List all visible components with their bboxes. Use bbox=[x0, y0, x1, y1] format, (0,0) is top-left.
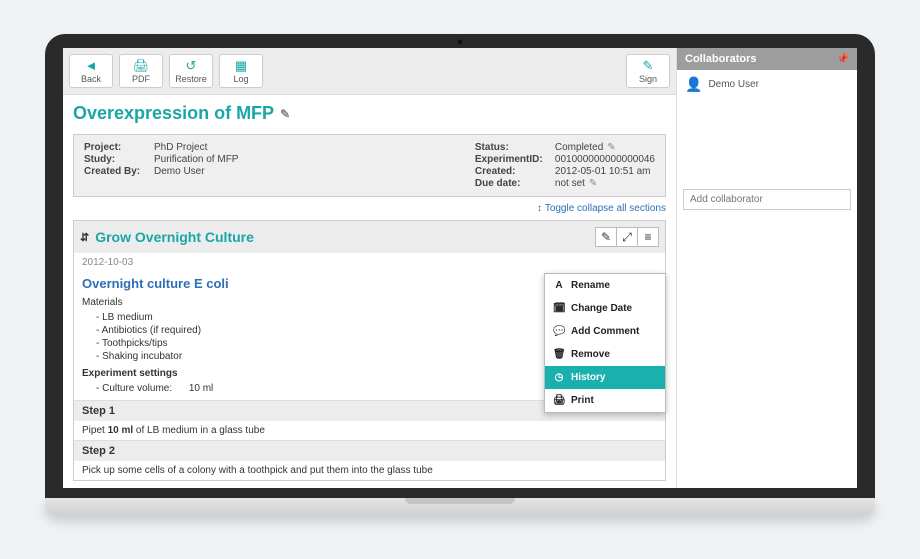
menu-history[interactable]: ◷History bbox=[545, 366, 665, 389]
log-label: Log bbox=[233, 74, 248, 84]
page-title: Overexpression of MFP ✎ bbox=[73, 103, 666, 124]
collaborator-name: Demo User bbox=[708, 79, 759, 90]
section-expand-button[interactable]: ⤢ bbox=[616, 227, 638, 247]
expid-key: ExperimentID: bbox=[475, 154, 555, 165]
metadata-box: Project:PhD Project Study:Purification o… bbox=[73, 134, 666, 197]
edit-title-icon[interactable]: ✎ bbox=[280, 107, 290, 121]
laptop-camera bbox=[457, 39, 463, 45]
collaborator-item[interactable]: 👤 Demo User bbox=[685, 76, 849, 93]
font-icon: A bbox=[553, 280, 565, 291]
trash-icon: 🗑 bbox=[553, 349, 565, 360]
step-body-2: Pick up some cells of a colony with a to… bbox=[74, 461, 665, 480]
createdby-val: Demo User bbox=[154, 166, 205, 177]
edit-icon: ✎ bbox=[643, 59, 654, 72]
toggle-collapse-all[interactable]: Toggle collapse all sections bbox=[63, 203, 676, 220]
created-val: 2012-05-01 10:51 am bbox=[555, 166, 651, 177]
project-val: PhD Project bbox=[154, 142, 207, 153]
sign-label: Sign bbox=[639, 74, 657, 84]
section-context-menu: ARename 🗓Change Date 💬Add Comment 🗑Remov… bbox=[544, 273, 666, 413]
step-body-1: Pipet 10 ml of LB medium in a glass tube bbox=[74, 421, 665, 440]
pdf-label: PDF bbox=[132, 74, 150, 84]
comment-icon: 💬 bbox=[553, 326, 565, 337]
section-card: ⇵ Grow Overnight Culture ✎ ⤢ ≡ 2012-10-0… bbox=[73, 220, 666, 481]
menu-remove[interactable]: 🗑Remove bbox=[545, 343, 665, 366]
toolbar: ◄ Back 🖨 PDF ↺ Restore ▦ bbox=[63, 48, 676, 95]
laptop-base bbox=[45, 498, 875, 516]
menu-print[interactable]: 🖨Print bbox=[545, 389, 665, 412]
status-val: Completed bbox=[555, 142, 603, 153]
user-icon: 👤 bbox=[685, 76, 702, 93]
log-button[interactable]: ▦ Log bbox=[219, 54, 263, 88]
menu-add-comment[interactable]: 💬Add Comment bbox=[545, 320, 665, 343]
back-icon: ◄ bbox=[85, 59, 98, 72]
createdby-key: Created By: bbox=[84, 166, 154, 177]
print-icon: 🖨 bbox=[133, 59, 150, 72]
study-key: Study: bbox=[84, 154, 154, 165]
created-key: Created: bbox=[475, 166, 555, 177]
expid-val: 001000000000000046 bbox=[555, 154, 655, 165]
section-edit-button[interactable]: ✎ bbox=[595, 227, 617, 247]
step-heading-2: Step 2 bbox=[74, 440, 665, 461]
add-collaborator-input[interactable] bbox=[683, 189, 851, 210]
section-menu-button[interactable]: ≡ bbox=[637, 227, 659, 247]
edit-status-icon[interactable]: ✎ bbox=[607, 142, 615, 153]
section-date-row: 2012-10-03 ARename 🗓Change Date 💬Add Com… bbox=[74, 253, 665, 272]
project-key: Project: bbox=[84, 142, 154, 153]
back-button[interactable]: ◄ Back bbox=[69, 54, 113, 88]
menu-change-date[interactable]: 🗓Change Date bbox=[545, 297, 665, 320]
collaborators-header: Collaborators 📌 bbox=[677, 48, 857, 70]
study-val: Purification of MFP bbox=[154, 154, 238, 165]
sign-button[interactable]: ✎ Sign bbox=[626, 54, 670, 88]
section-title[interactable]: ⇵ Grow Overnight Culture bbox=[80, 229, 596, 245]
page-title-text: Overexpression of MFP bbox=[73, 103, 274, 124]
due-key: Due date: bbox=[475, 178, 555, 189]
status-key: Status: bbox=[475, 142, 555, 153]
pdf-button[interactable]: 🖨 PDF bbox=[119, 54, 163, 88]
restore-icon: ↺ bbox=[186, 59, 197, 72]
collapse-icon: ⇵ bbox=[80, 231, 89, 244]
restore-button[interactable]: ↺ Restore bbox=[169, 54, 213, 88]
due-val: not set bbox=[555, 178, 585, 189]
menu-rename[interactable]: ARename bbox=[545, 274, 665, 297]
clock-icon: ◷ bbox=[553, 372, 565, 383]
restore-label: Restore bbox=[175, 74, 207, 84]
edit-due-icon[interactable]: ✎ bbox=[589, 178, 597, 189]
calendar-icon: 🗓 bbox=[553, 303, 565, 314]
pin-icon[interactable]: 📌 bbox=[837, 54, 849, 65]
section-date: 2012-10-03 bbox=[82, 257, 133, 268]
print-icon: 🖨 bbox=[553, 395, 565, 406]
back-label: Back bbox=[81, 74, 101, 84]
calendar-icon: ▦ bbox=[235, 59, 247, 72]
